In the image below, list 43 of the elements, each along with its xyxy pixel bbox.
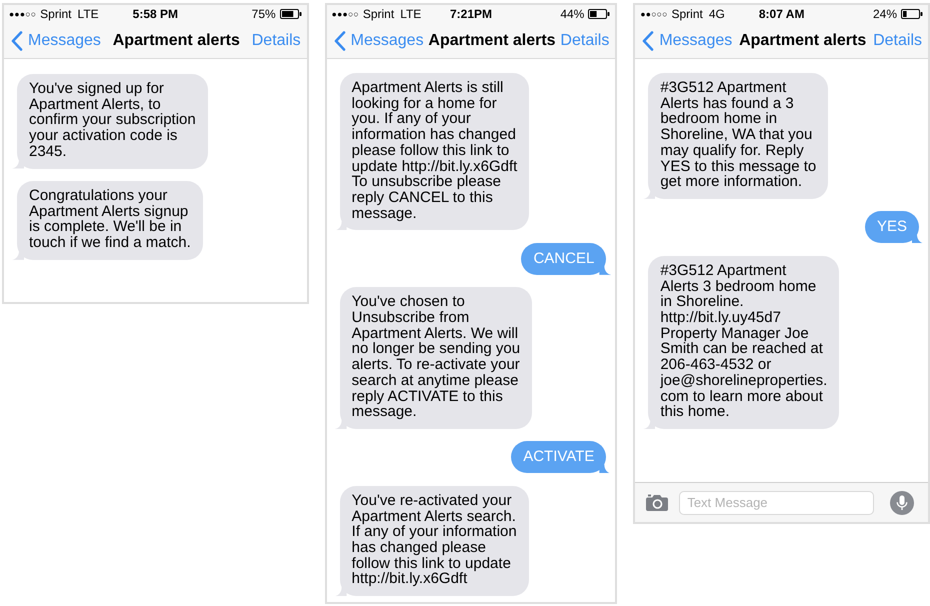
chevron-icon xyxy=(334,30,346,50)
carrier-name: Sprint xyxy=(672,7,703,21)
microphone-icon[interactable] xyxy=(890,490,914,514)
battery-icon xyxy=(280,9,302,19)
back-button[interactable]: Messages xyxy=(642,28,732,52)
conversation-title: Apartment alerts xyxy=(428,30,556,50)
received-message: You've signed up for Apartment Alerts, to confirm your subscription your activation code is 2345. xyxy=(12,74,208,169)
details-link[interactable]: Details xyxy=(873,28,922,52)
conversation-title: Apartment alerts xyxy=(739,30,866,50)
battery-icon xyxy=(901,9,923,19)
status-time: 8:07 AM xyxy=(758,7,804,21)
text-message-field[interactable]: Text Message xyxy=(679,490,874,514)
battery-percent: 75% xyxy=(252,7,276,21)
carrier-name: Sprint xyxy=(40,7,72,21)
back-button[interactable]: Messages xyxy=(11,28,101,52)
network-type: 4G xyxy=(708,7,725,21)
conversation-title: Apartment alerts xyxy=(112,30,240,50)
carrier-name: Sprint xyxy=(362,7,394,21)
received-message: You've chosen to Unsubscribe from Apartment Alerts. We will no longer be sending you alerts. To re-activate your search at anytime please reply ACTIVATE to this message. xyxy=(334,287,532,429)
signal-strength: ●●●○○ xyxy=(332,9,359,19)
network-type: LTE xyxy=(400,7,422,21)
network-type: LTE xyxy=(78,7,99,21)
chevron-icon xyxy=(11,30,23,50)
battery-percent: 24% xyxy=(872,7,897,21)
received-message: You've re-activated your Apartment Alerts search. If any of your information has changed please follow this link to update http://bit.ly.x6Gdft xyxy=(334,486,529,596)
chevron-icon xyxy=(642,30,654,50)
sent-message: YES xyxy=(864,211,924,244)
received-message: Congratulations your Apartment Alerts signup is complete. We'll be in touch if we find a match. xyxy=(12,181,203,260)
sent-message: ACTIVATE xyxy=(511,441,612,474)
details-link[interactable]: Details xyxy=(252,28,301,52)
battery-percent: 44% xyxy=(560,7,584,21)
battery-icon xyxy=(588,9,610,19)
details-link[interactable]: Details xyxy=(560,28,610,52)
camera-icon[interactable] xyxy=(646,494,668,511)
signal-strength: ●●○○○ xyxy=(640,9,668,19)
status-time: 7:21PM xyxy=(450,7,492,21)
signal-strength: ●●●○○ xyxy=(9,9,36,19)
received-message: #3G512 Apartment Alerts 3 bedroom home in Shoreline. http://bit.ly.uy45d7 Property Manager Joe Smith can be reached at 206-463-4532 or joe@shorelineproperties. com to learn more about this home. xyxy=(643,256,840,429)
back-button[interactable]: Messages xyxy=(334,28,424,52)
status-time: 5:58 PM xyxy=(132,7,178,21)
received-message: #3G512 Apartment Alerts has found a 3 bedroom home in Shoreline, WA that you may qualify for. Reply YES to this message to get more information. xyxy=(643,73,828,199)
received-message: Apartment Alerts is still looking for a home for you. If any of your information has changed please follow this link to update http://bit.ly.x6Gdft To unsubscribe please reply CANCEL to this message. xyxy=(334,73,530,230)
sent-message: CANCEL xyxy=(521,242,612,275)
